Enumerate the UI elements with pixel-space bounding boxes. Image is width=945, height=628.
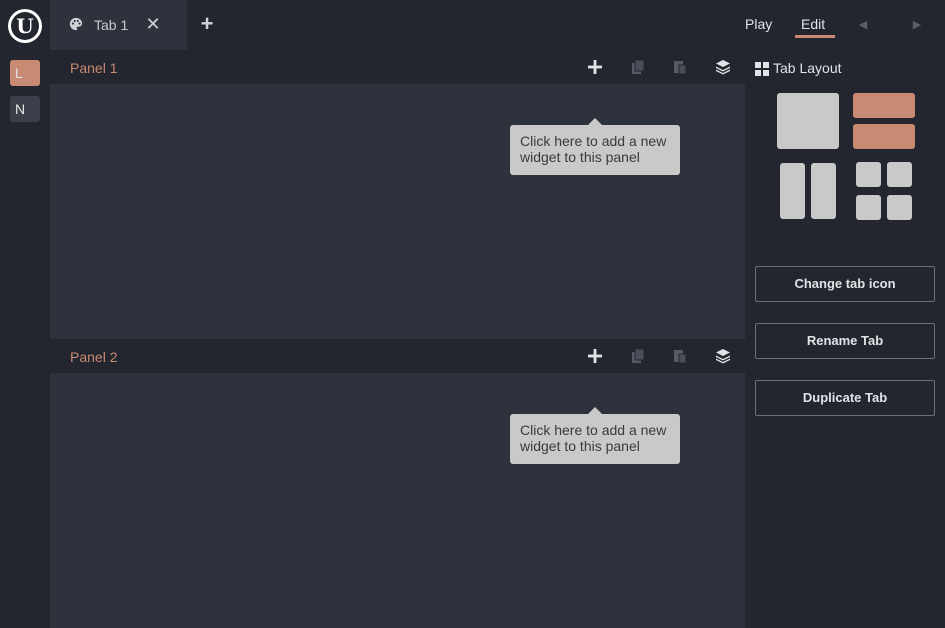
duplicate-tab-button[interactable]: Duplicate Tab bbox=[755, 380, 935, 416]
panel-header: Panel 1 bbox=[50, 50, 745, 84]
layout-tile bbox=[777, 93, 839, 149]
chevron-right-icon[interactable]: ▶ bbox=[911, 17, 923, 33]
layers-icon[interactable] bbox=[714, 347, 732, 365]
add-tab-button[interactable]: + bbox=[197, 13, 217, 35]
layout-tile bbox=[856, 195, 881, 220]
edit-mode-button[interactable]: Edit bbox=[801, 16, 825, 32]
right-sidebar: Tab Layout Change tab icon Rename Tab Du… bbox=[745, 50, 945, 628]
rail-item-l[interactable]: L bbox=[10, 60, 40, 86]
paste-icon[interactable] bbox=[671, 58, 689, 76]
panel-1: Panel 1 Click here to add a new widget t… bbox=[50, 50, 745, 339]
panel-2: Panel 2 Click here to add a new widget t… bbox=[50, 339, 745, 628]
chevron-left-icon[interactable]: ◀ bbox=[857, 17, 869, 33]
tab-1[interactable]: Tab 1 ✕ bbox=[50, 0, 187, 50]
layout-tile bbox=[887, 162, 912, 187]
grid-icon bbox=[755, 62, 769, 76]
active-mode-indicator bbox=[795, 35, 835, 38]
panel-title[interactable]: Panel 1 bbox=[70, 60, 117, 76]
copy-icon[interactable] bbox=[629, 58, 647, 76]
panel-header: Panel 2 bbox=[50, 339, 745, 373]
plus-icon[interactable] bbox=[586, 347, 604, 365]
panel-title[interactable]: Panel 2 bbox=[70, 349, 117, 365]
tab-label: Tab 1 bbox=[94, 17, 129, 33]
unreal-logo-icon[interactable]: U bbox=[8, 9, 42, 43]
copy-icon[interactable] bbox=[629, 347, 647, 365]
layout-tile bbox=[887, 195, 912, 220]
close-icon[interactable]: ✕ bbox=[145, 13, 161, 35]
paste-icon[interactable] bbox=[671, 347, 689, 365]
palette-icon bbox=[69, 17, 83, 31]
add-widget-tooltip: Click here to add a new widget to this p… bbox=[510, 118, 680, 175]
change-tab-icon-button[interactable]: Change tab icon bbox=[755, 266, 935, 302]
add-widget-tooltip: Click here to add a new widget to this p… bbox=[510, 407, 680, 464]
top-bar: U Tab 1 ✕ + Play Edit ◀ ▶ bbox=[0, 0, 945, 50]
play-mode-button[interactable]: Play bbox=[745, 16, 772, 32]
layout-tile bbox=[856, 162, 881, 187]
rail-item-n[interactable]: N bbox=[10, 96, 40, 122]
logo-letter: U bbox=[11, 12, 39, 40]
left-rail: L N bbox=[0, 50, 50, 628]
panel-body: Click here to add a new widget to this p… bbox=[50, 373, 745, 628]
app-window: U Tab 1 ✕ + Play Edit ◀ ▶ L N Panel 1 Cl… bbox=[0, 0, 945, 628]
layout-tile bbox=[853, 124, 915, 149]
tab-layout-title: Tab Layout bbox=[773, 60, 842, 76]
panel-body: Click here to add a new widget to this p… bbox=[50, 84, 745, 339]
layout-tile bbox=[780, 163, 805, 219]
layout-tile bbox=[853, 93, 915, 118]
layers-icon[interactable] bbox=[714, 58, 732, 76]
rename-tab-button[interactable]: Rename Tab bbox=[755, 323, 935, 359]
layout-tile bbox=[811, 163, 836, 219]
main-area: Panel 1 Click here to add a new widget t… bbox=[50, 50, 745, 628]
plus-icon[interactable] bbox=[586, 58, 604, 76]
